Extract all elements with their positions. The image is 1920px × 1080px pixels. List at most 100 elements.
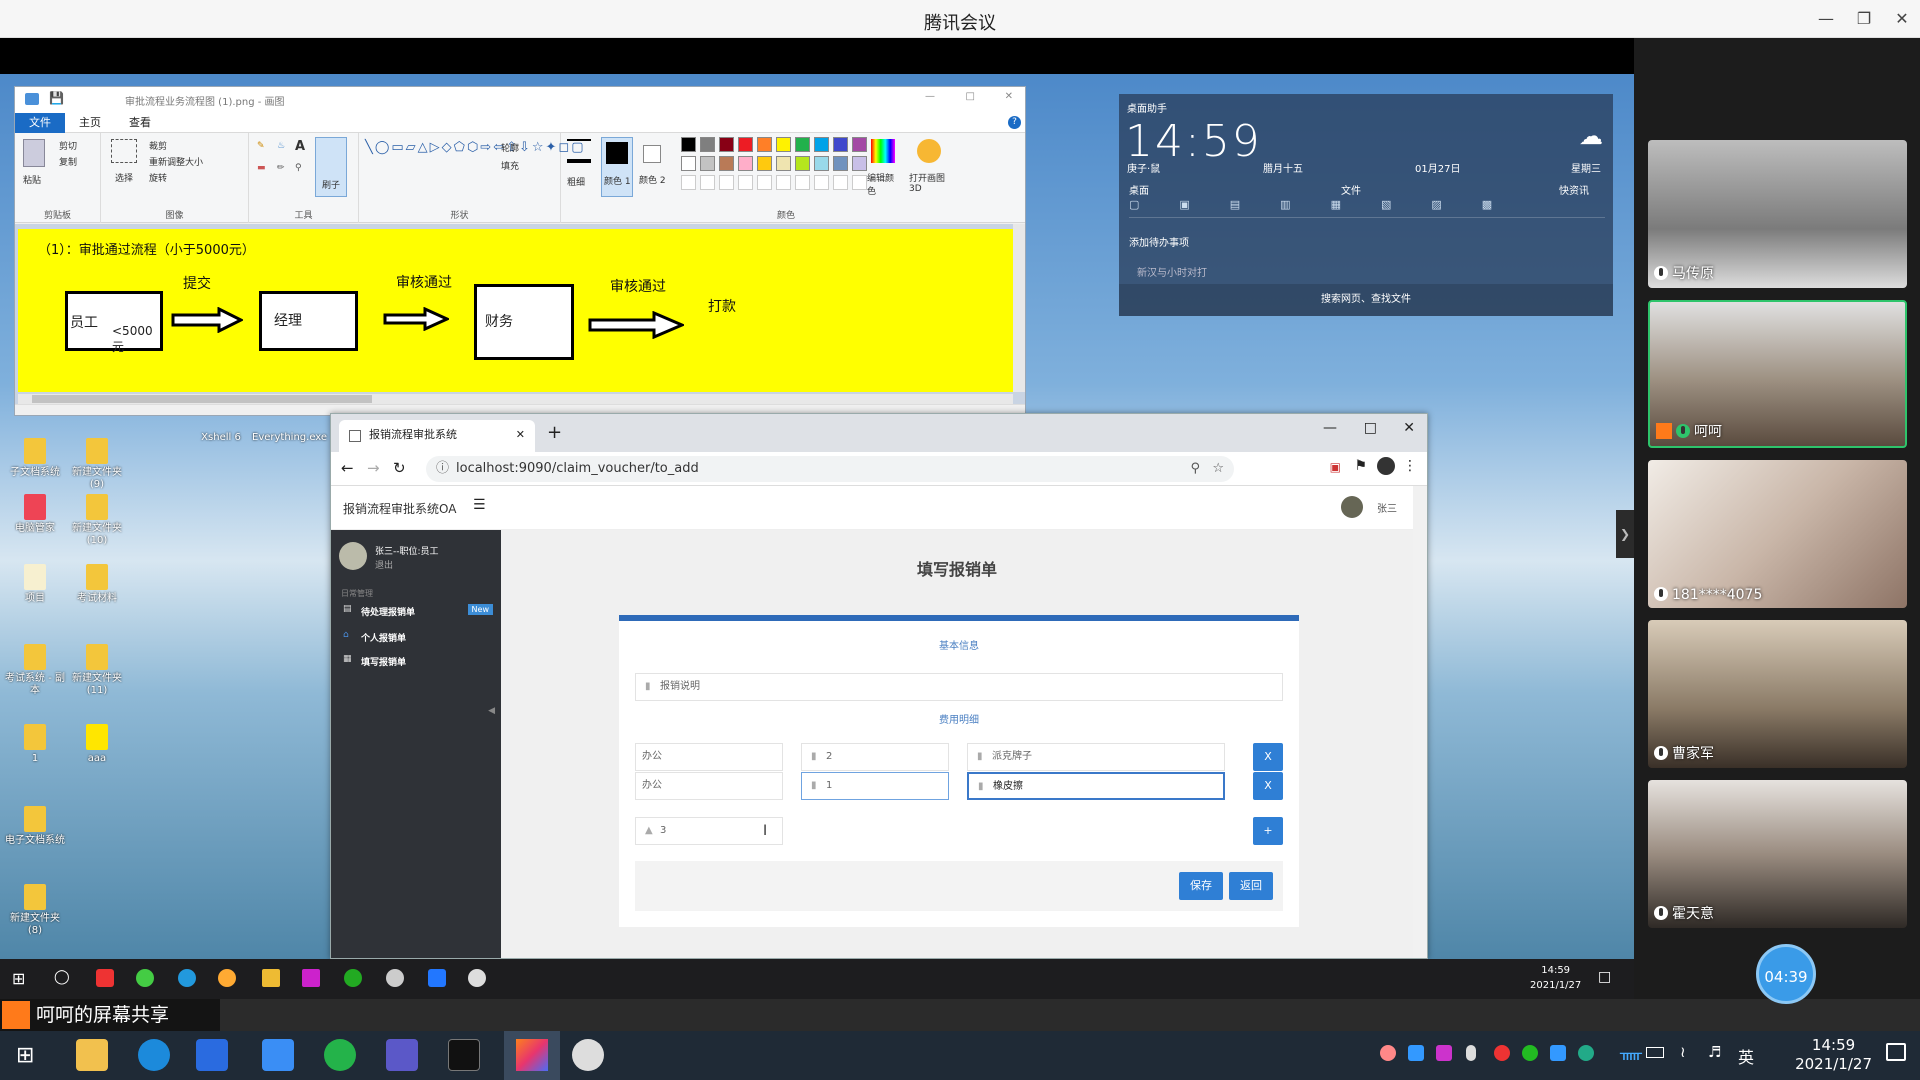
participant-video[interactable]: 霍天意 — [1648, 780, 1907, 928]
wechat-tray-icon[interactable] — [1522, 1045, 1538, 1061]
windows-start-icon[interactable]: ⊞ — [12, 969, 25, 988]
desktop-icon[interactable]: aaa — [64, 724, 130, 765]
bookmark-star-icon[interactable]: ☆ — [1212, 456, 1224, 482]
desktop-icon[interactable]: Everything.exe — [252, 432, 327, 444]
add-row-button[interactable]: + — [1253, 817, 1283, 845]
widget-todo[interactable]: 添加待办事项 — [1129, 234, 1189, 249]
vertical-scrollbar[interactable] — [1013, 224, 1025, 392]
color-picker-icon[interactable]: ✏ — [277, 163, 285, 173]
avatar[interactable] — [1341, 496, 1363, 518]
text-tool-icon[interactable]: A — [295, 139, 305, 154]
pencil-icon[interactable]: ✎ — [257, 141, 265, 151]
minimize-icon[interactable]: — — [1808, 6, 1844, 32]
collapse-panel-icon[interactable]: ❯ — [1616, 510, 1634, 558]
wifi-icon[interactable]: ≀ — [1680, 1043, 1686, 1061]
widget-toolbar[interactable]: ▢▣▤▥▦▧▨▩ — [1129, 198, 1605, 218]
meeting-icon[interactable] — [428, 969, 446, 987]
reload-icon[interactable]: ↻ — [393, 459, 406, 477]
color-swatch[interactable] — [776, 137, 791, 152]
tab-file[interactable]: 文件 — [15, 113, 65, 133]
brushes-button[interactable]: 刷子 — [315, 137, 347, 197]
color-swatch[interactable] — [738, 156, 753, 171]
custom-color-slot[interactable] — [814, 175, 829, 190]
eraser-icon[interactable]: ▬ — [257, 163, 266, 173]
outline-button[interactable]: 轮廓 — [501, 141, 519, 154]
reason-input[interactable]: ▮ 报销说明 — [635, 673, 1283, 701]
paste-icon[interactable] — [23, 139, 45, 167]
vs-icon[interactable] — [386, 1039, 418, 1071]
zoom-icon[interactable]: ⚲ — [1190, 456, 1200, 482]
participant-video[interactable]: 呵呵 — [1648, 300, 1907, 448]
color1-button[interactable]: 颜色 1 — [601, 137, 633, 197]
select-button[interactable]: 选择 — [115, 171, 133, 184]
logout-link[interactable]: 退出 — [375, 558, 393, 571]
paint3d-icon[interactable] — [917, 139, 941, 163]
extension-icon[interactable]: ▣ — [1330, 460, 1341, 474]
restore-icon[interactable]: ❐ — [1846, 6, 1882, 32]
browser-maximize-icon[interactable]: □ — [1364, 420, 1377, 436]
browser-minimize-icon[interactable]: — — [1323, 420, 1337, 436]
shield-icon[interactable] — [1578, 1045, 1594, 1061]
windows-start-icon[interactable]: ⊞ — [16, 1043, 34, 1068]
chrome-icon[interactable] — [218, 969, 236, 987]
custom-color-slot[interactable] — [700, 175, 715, 190]
color-swatch[interactable] — [700, 156, 715, 171]
total-amount-field[interactable]: ▲ 3 — [635, 817, 783, 845]
app-icon[interactable] — [136, 969, 154, 987]
bluetooth-icon[interactable]: ᚅ — [1620, 1043, 1642, 1062]
terminal-icon[interactable] — [448, 1039, 480, 1071]
expense-amount-field[interactable]: ▮ 2 — [801, 743, 949, 771]
desktop-icon[interactable]: 项目 — [2, 564, 68, 605]
copy-button[interactable]: 复制 — [59, 155, 77, 168]
tab-close-icon[interactable]: ✕ — [516, 420, 525, 450]
expense-type-field[interactable]: 办公 — [635, 772, 783, 800]
color-swatch[interactable] — [681, 137, 696, 152]
search-icon[interactable]: ◯ — [54, 969, 70, 985]
ide-icon[interactable] — [302, 969, 320, 987]
open-paint3d-button[interactable]: 打开画图 3D — [909, 171, 953, 194]
color-swatch[interactable] — [814, 137, 829, 152]
ime-indicator[interactable]: 英 — [1738, 1044, 1754, 1068]
collapse-sidebar-icon[interactable]: ◀ — [488, 706, 495, 716]
puzzle-icon[interactable]: ⚑ — [1354, 458, 1367, 474]
color-swatch[interactable] — [700, 137, 715, 152]
color-swatch[interactable] — [719, 137, 734, 152]
desktop-icon[interactable]: 电脑管家 — [2, 494, 68, 535]
color-swatch[interactable] — [738, 137, 753, 152]
browser-close-icon[interactable]: ✕ — [1403, 420, 1415, 436]
expense-desc-field[interactable]: ▮ 橡皮擦 — [967, 772, 1225, 800]
participant-video[interactable]: 181****4075 — [1648, 460, 1907, 608]
desktop-icon[interactable]: 考试系统 - 副本 — [2, 644, 68, 697]
tray-icon[interactable] — [1550, 1045, 1566, 1061]
tencent-meeting-icon[interactable] — [196, 1039, 228, 1071]
color-swatch[interactable] — [757, 137, 772, 152]
tab-view[interactable]: 查看 — [115, 113, 165, 133]
app-icon[interactable] — [386, 969, 404, 987]
expense-desc-field[interactable]: ▮ 派克牌子 — [967, 743, 1225, 771]
widget-desktop-button[interactable]: 桌面 — [1129, 182, 1149, 197]
app-icon[interactable] — [468, 969, 486, 987]
action-center-icon[interactable] — [1886, 1043, 1906, 1061]
widget-quick-button[interactable]: 快资讯 — [1559, 182, 1589, 197]
custom-color-slot[interactable] — [719, 175, 734, 190]
browser-tab[interactable]: 报销流程审批系统 ✕ — [339, 420, 535, 452]
hamburger-icon[interactable]: ☰ — [473, 497, 486, 513]
desktop-icon[interactable]: 考试材料 — [64, 564, 130, 605]
battery-icon[interactable] — [1646, 1047, 1664, 1058]
color-swatch[interactable] — [776, 156, 791, 171]
feishu-icon[interactable] — [262, 1039, 294, 1071]
color-swatch[interactable] — [681, 156, 696, 171]
custom-color-slot[interactable] — [738, 175, 753, 190]
crop-button[interactable]: 裁剪 — [149, 139, 167, 152]
paint-minimize-icon[interactable]: — — [925, 91, 935, 102]
tray-icon[interactable] — [1436, 1045, 1452, 1061]
desktop-icon[interactable]: 新建文件夹 (9) — [64, 438, 130, 491]
magnifier-icon[interactable]: ⚲ — [295, 163, 302, 173]
edge-icon[interactable] — [138, 1039, 170, 1071]
paint-maximize-icon[interactable]: □ — [966, 91, 975, 102]
fill-bucket-icon[interactable]: ♨ — [277, 141, 285, 151]
custom-color-slot[interactable] — [757, 175, 772, 190]
tray-icon[interactable] — [1380, 1045, 1396, 1061]
menu-icon[interactable]: ⋮ — [1403, 458, 1417, 474]
tray-icon[interactable] — [1408, 1045, 1424, 1061]
